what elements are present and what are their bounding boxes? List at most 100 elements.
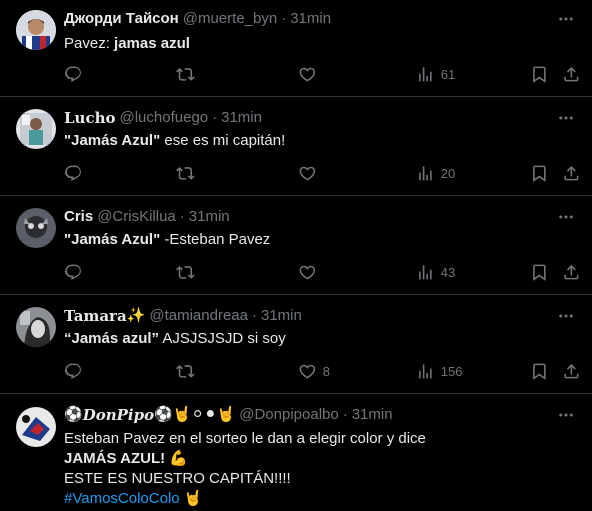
views-icon (419, 66, 432, 82)
separator-dot: · (212, 109, 218, 126)
share-button[interactable] (562, 58, 581, 90)
like-icon (299, 67, 316, 82)
more-icon[interactable] (556, 405, 576, 425)
name-emojis-icon: ⚽🤘⚪⚫🤘 (154, 406, 236, 423)
like-icon (299, 364, 316, 379)
like-button[interactable] (298, 157, 317, 189)
tweet-line: Esteban Pavez en el sorteo le dan a eleg… (64, 430, 426, 447)
retweet-icon (176, 67, 195, 81)
tweet-text: "Jamás Azul" -Esteban Pavez (64, 231, 271, 248)
like-button[interactable] (298, 58, 317, 90)
user-handle[interactable]: @muerte_byn (183, 9, 277, 29)
share-icon (564, 165, 579, 181)
views-button[interactable]: 61 (416, 58, 455, 90)
timestamp[interactable]: 31min (352, 405, 393, 425)
tweet[interactable]: Lucho @luchofuego · 31min "Jamás Azul" e… (0, 97, 592, 196)
separator-dot: · (251, 307, 257, 324)
views-button[interactable]: 156 (416, 355, 462, 387)
retweet-icon (176, 166, 195, 180)
action-bar: 43 (56, 256, 584, 288)
tweet[interactable]: ⚽ DonPipo ⚽🤘⚪⚫🤘 @Donpipoalbo · 31min Est… (0, 394, 592, 511)
separator-dot: · (281, 10, 287, 27)
reply-icon (64, 66, 81, 82)
like-icon (299, 166, 316, 181)
retweet-button[interactable] (176, 58, 195, 90)
avatar[interactable] (16, 407, 56, 447)
display-name[interactable]: Tamara (64, 306, 127, 326)
hashtag-link[interactable]: #VamosColoColo (64, 490, 180, 507)
more-icon[interactable] (556, 306, 576, 326)
user-handle[interactable]: @luchofuego (120, 108, 209, 128)
avatar[interactable] (16, 109, 56, 149)
display-name[interactable]: DonPipo (83, 405, 154, 425)
reply-icon (64, 165, 81, 181)
views-icon (419, 264, 432, 280)
user-handle[interactable]: @Donpipoalbo (239, 405, 338, 425)
bookmark-button[interactable] (530, 355, 549, 387)
bookmark-icon (533, 165, 546, 182)
separator-dot: · (342, 406, 348, 423)
timestamp[interactable]: 31min (290, 9, 331, 29)
tweet[interactable]: Джорди Тайсон @muerte_byn · 31min Pavez:… (0, 0, 592, 97)
share-button[interactable] (562, 157, 581, 189)
sparkles-icon: ✨ (126, 307, 146, 324)
user-handle[interactable]: @CrisKillua (97, 207, 176, 227)
retweet-icon (176, 364, 195, 378)
share-icon (564, 66, 579, 82)
timestamp[interactable]: 31min (189, 207, 230, 227)
action-bar: 20 (56, 157, 584, 189)
avatar[interactable] (16, 307, 56, 347)
reply-icon (64, 264, 81, 280)
avatar[interactable] (16, 10, 56, 50)
reply-icon (64, 363, 81, 379)
share-button[interactable] (562, 256, 581, 288)
bookmark-button[interactable] (530, 157, 549, 189)
like-button[interactable] (298, 256, 317, 288)
tweet[interactable]: Cris @CrisKillua · 31min "Jamás Azul" -E… (0, 196, 592, 295)
timestamp[interactable]: 31min (221, 108, 262, 128)
retweet-button[interactable] (176, 256, 195, 288)
more-icon[interactable] (556, 207, 576, 227)
retweet-button[interactable] (176, 355, 195, 387)
separator-dot: · (179, 208, 185, 225)
avatar[interactable] (16, 208, 56, 248)
rock-hand-icon: 🤘 (183, 490, 203, 507)
share-icon (564, 264, 579, 280)
display-name[interactable]: Cris (64, 207, 93, 227)
tweet-text: “Jamás azul” AJSJSJSJD si soy (64, 330, 286, 347)
bookmark-icon (533, 264, 546, 281)
retweet-button[interactable] (176, 157, 195, 189)
action-bar: 8 156 (56, 355, 584, 387)
tweet-line: JAMÁS AZUL! 💪 (64, 450, 188, 467)
share-icon (564, 363, 579, 379)
display-name[interactable]: Джорди Тайсон (64, 9, 179, 29)
more-icon[interactable] (556, 108, 576, 128)
tweet-line: #VamosColoColo 🤘 (64, 489, 576, 509)
reply-button[interactable] (64, 157, 83, 189)
tweet-text: Pavez: jamas azul (64, 35, 190, 52)
action-bar: 61 (56, 58, 584, 90)
tweet-text: "Jamás Azul" ese es mi capitán! (64, 132, 286, 149)
reply-button[interactable] (64, 58, 83, 90)
views-icon (419, 165, 432, 181)
views-icon (419, 363, 432, 379)
tweet[interactable]: Tamara ✨ @tamiandreaa · 31min “Jamás azu… (0, 295, 592, 394)
timestamp[interactable]: 31min (261, 306, 302, 326)
like-button[interactable]: 8 (298, 355, 330, 387)
tweet-text: Esteban Pavez en el sorteo le dan a eleg… (64, 429, 576, 509)
user-handle[interactable]: @tamiandreaa (149, 306, 248, 326)
tweet-line: ESTE ES NUESTRO CAPITÁN!!!! (64, 470, 291, 487)
views-button[interactable]: 43 (416, 256, 455, 288)
retweet-icon (176, 265, 195, 279)
share-button[interactable] (562, 355, 581, 387)
display-name[interactable]: Lucho (64, 108, 116, 128)
reply-button[interactable] (64, 256, 83, 288)
bookmark-button[interactable] (530, 58, 549, 90)
more-icon[interactable] (556, 9, 576, 29)
reply-button[interactable] (64, 355, 83, 387)
bookmark-button[interactable] (530, 256, 549, 288)
bookmark-icon (533, 66, 546, 83)
soccer-ball-icon: ⚽ (64, 406, 83, 423)
like-icon (299, 265, 316, 280)
views-button[interactable]: 20 (416, 157, 455, 189)
